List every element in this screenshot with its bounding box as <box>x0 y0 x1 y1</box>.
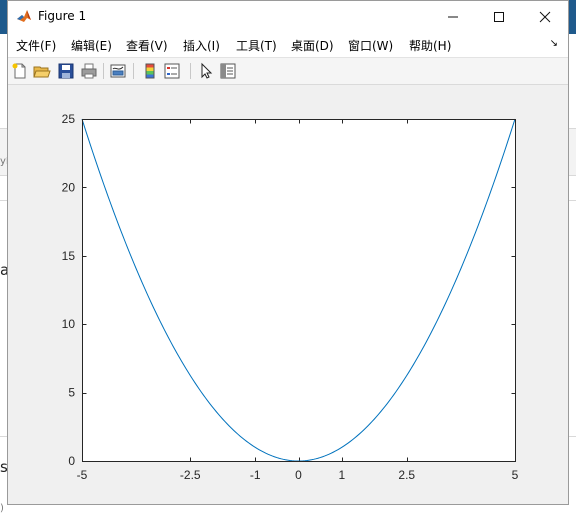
menu-view[interactable]: 查看(V) <box>126 37 168 54</box>
close-button[interactable] <box>522 1 568 32</box>
save-icon[interactable] <box>57 62 75 80</box>
maximize-button[interactable] <box>476 1 522 32</box>
y-tick-label: 10 <box>62 317 76 331</box>
x-tick-label: -5 <box>77 468 88 482</box>
y-tick-label: 5 <box>68 386 75 400</box>
y-tick-label: 25 <box>62 112 76 126</box>
toolbar-separator <box>103 63 104 79</box>
y-tick-label: 0 <box>68 454 75 468</box>
menu-bar: 文件(F) 编辑(E) 查看(V) 插入(I) 工具(T) 桌面(D) 窗口(W… <box>8 32 568 57</box>
menu-insert[interactable]: 插入(I) <box>183 37 220 54</box>
y-tick-label: 20 <box>62 180 76 194</box>
menu-desktop[interactable]: 桌面(D) <box>291 37 334 54</box>
toolbar-separator <box>133 63 134 79</box>
y-tick-label: 15 <box>62 249 76 263</box>
x-tick-label: -1 <box>250 468 261 482</box>
maximize-icon <box>494 11 504 22</box>
new-figure-icon[interactable] <box>11 62 29 80</box>
property-inspector-icon[interactable] <box>219 62 237 80</box>
menu-dock-arrow-icon[interactable]: ↘ <box>550 38 558 49</box>
menu-edit[interactable]: 编辑(E) <box>71 37 112 54</box>
matlab-logo-icon <box>16 8 32 24</box>
menu-help[interactable]: 帮助(H) <box>409 37 451 54</box>
x-tick-label: 5 <box>512 468 519 482</box>
x-tick-label: 0 <box>295 468 302 482</box>
menu-tools[interactable]: 工具(T) <box>236 37 277 54</box>
link-plot-icon[interactable] <box>109 62 127 80</box>
print-icon[interactable] <box>80 62 98 80</box>
menu-file[interactable]: 文件(F) <box>16 37 56 54</box>
axes-background[interactable] <box>82 119 515 461</box>
minimize-icon <box>448 16 458 17</box>
legend-icon[interactable] <box>163 62 181 80</box>
minimize-button[interactable] <box>430 1 476 32</box>
close-icon <box>539 11 551 22</box>
window-title: Figure 1 <box>38 9 87 23</box>
plot-figure: -5 -2.5 -1 0 1 2.5 5 0 5 10 15 20 25 <box>62 112 519 482</box>
menu-window[interactable]: 窗口(W) <box>348 37 393 54</box>
x-tick-label: -2.5 <box>180 468 201 482</box>
toolbar-separator <box>190 63 191 79</box>
x-tick-label: 1 <box>338 468 345 482</box>
background-text-fragment: ) <box>0 503 4 514</box>
pointer-icon[interactable] <box>197 62 215 80</box>
figure-toolbar <box>8 57 568 85</box>
title-bar[interactable]: Figure 1 <box>8 1 568 32</box>
colorbar-icon[interactable] <box>141 62 159 80</box>
figure-window: Figure 1 文件(F) 编辑(E) 查看(V) 插入(I) 工具(T) 桌… <box>7 0 569 505</box>
open-file-icon[interactable] <box>33 62 51 80</box>
x-tick-label: 2.5 <box>398 468 415 482</box>
